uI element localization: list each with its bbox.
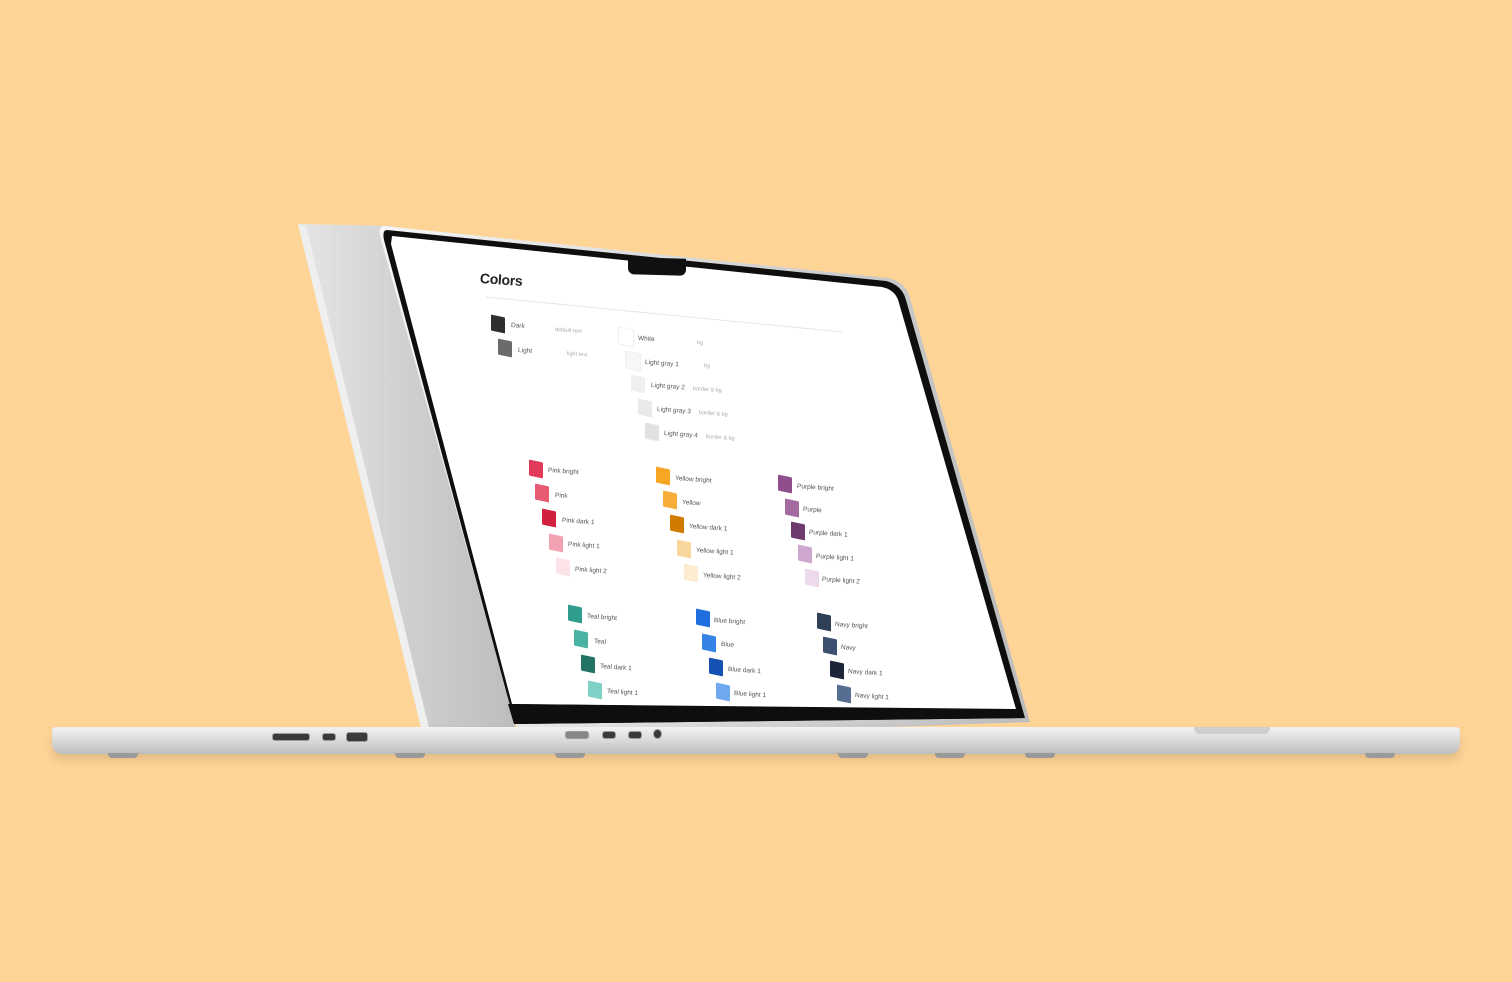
laptop-mockup-scene: Colors Dark default text Light light tex…: [0, 0, 1512, 982]
bezel-overlay: [508, 704, 1024, 724]
